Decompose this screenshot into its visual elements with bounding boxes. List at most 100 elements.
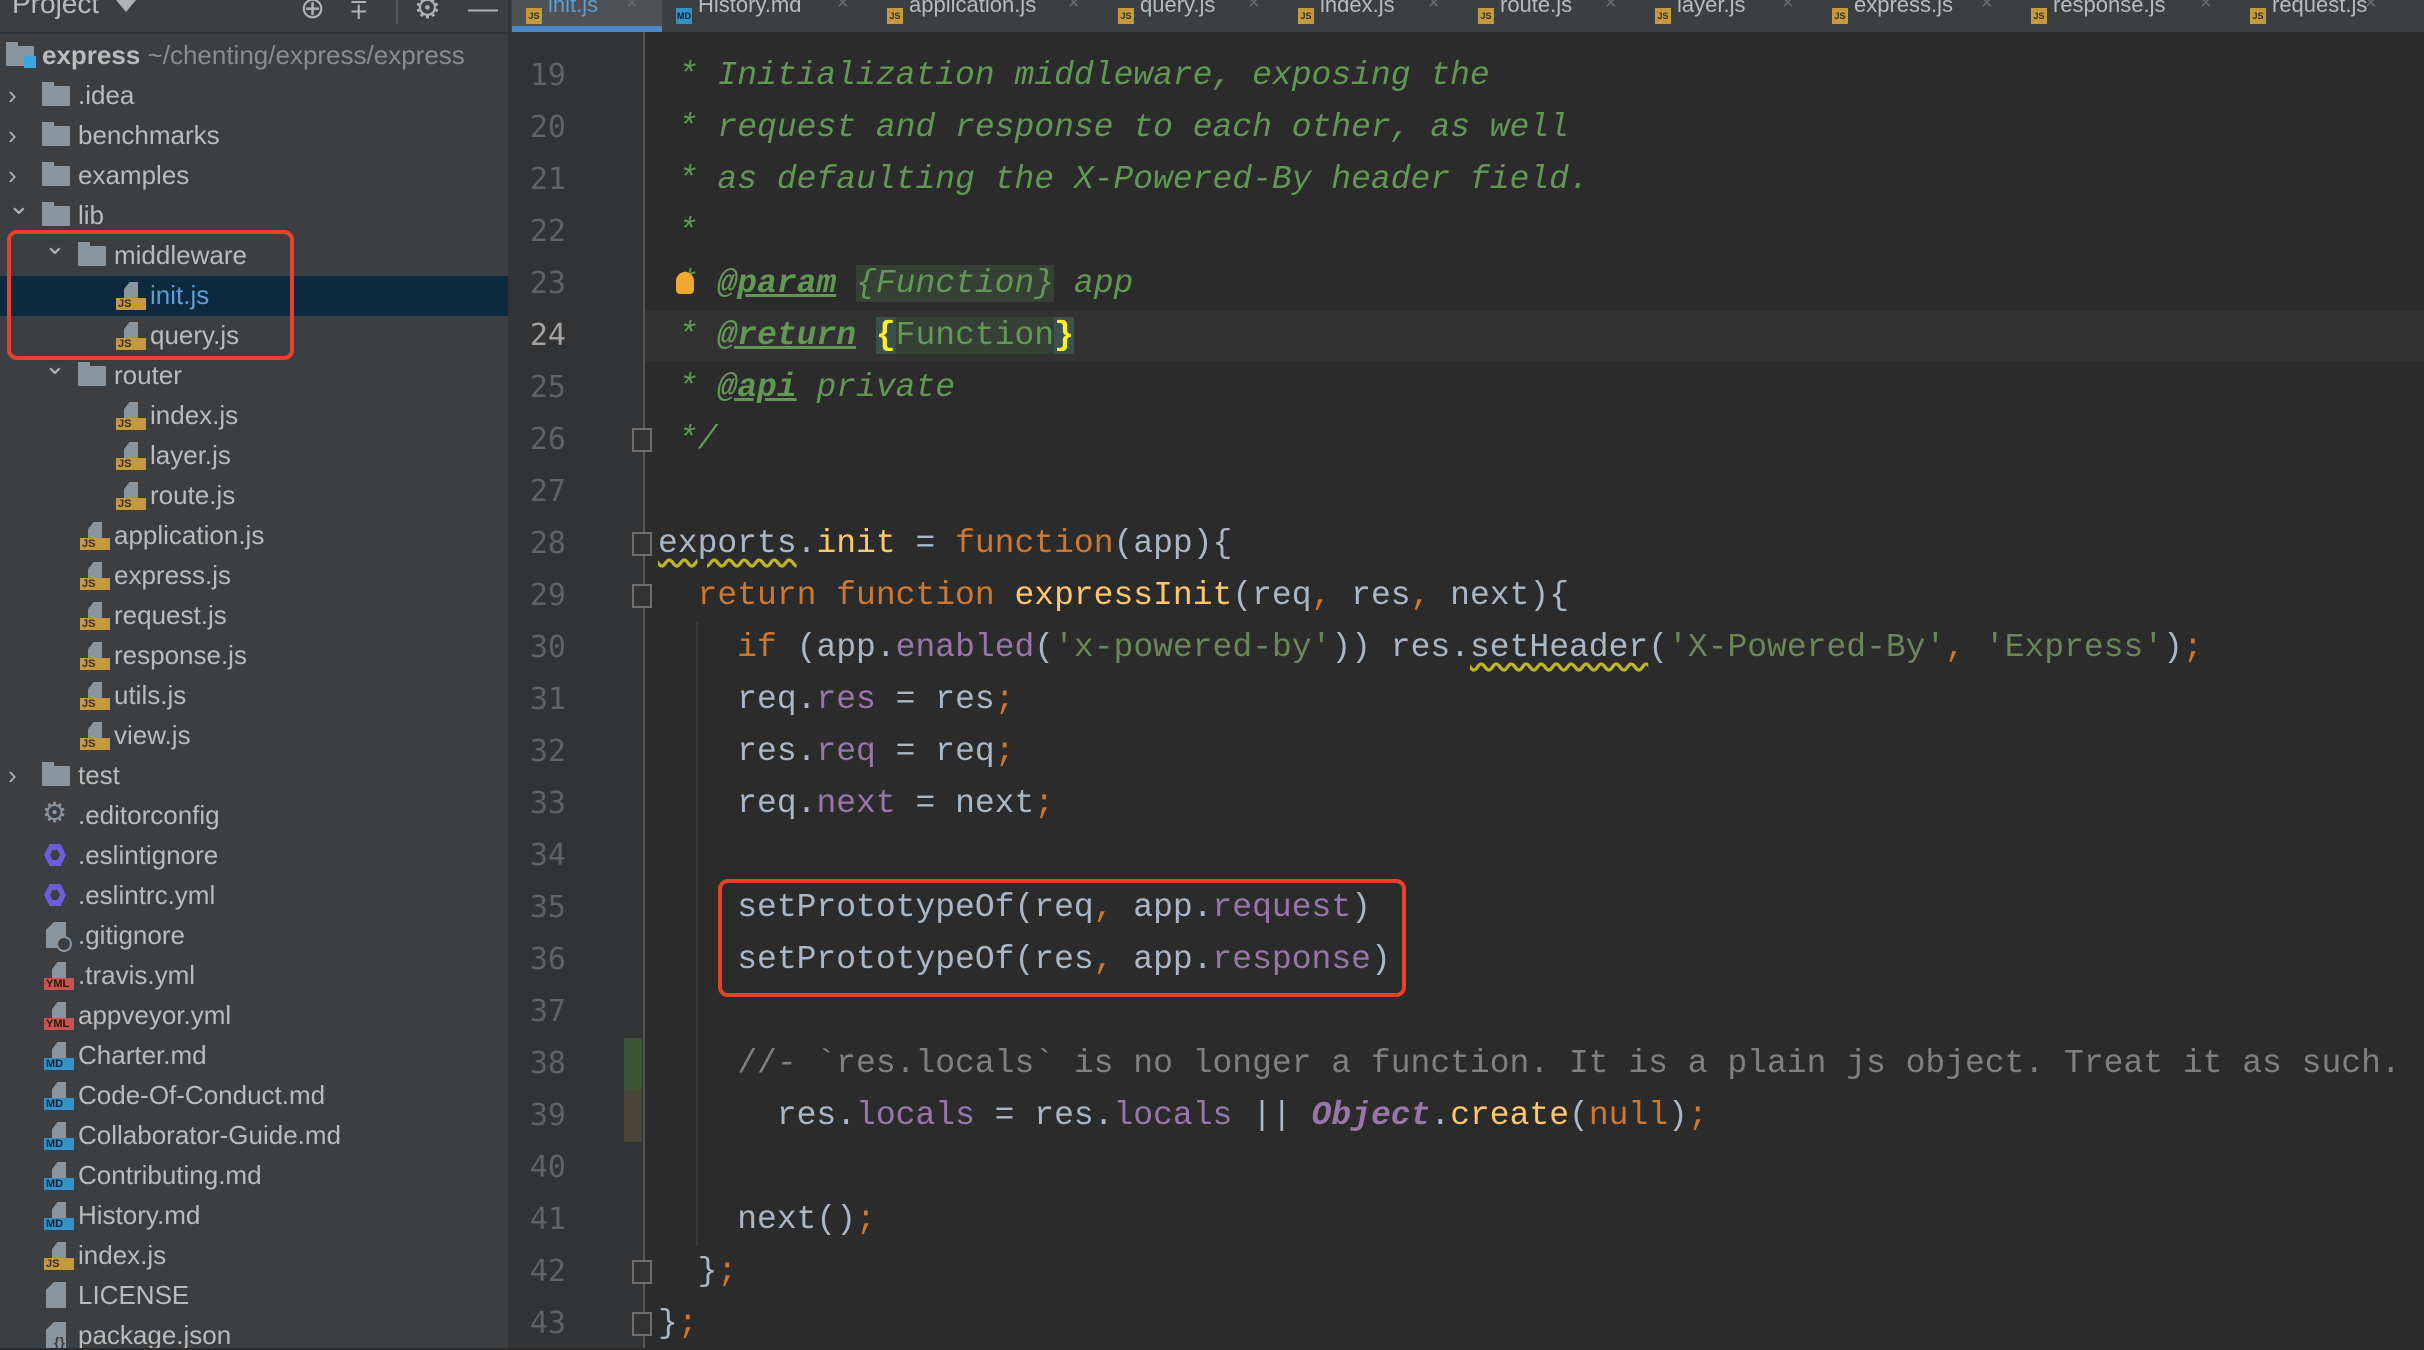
tab-layer-js[interactable]: JS layer.js × [1641,0,1818,32]
code-line[interactable]: req.next = next; [658,778,1054,830]
tree-folder[interactable]: › .idea [0,76,508,116]
tree-file[interactable]: JS layer.js [0,436,508,476]
lightbulb-icon[interactable] [676,272,694,294]
tree-file[interactable]: JS request.js [0,596,508,636]
vcs-added-marker[interactable] [624,1038,642,1090]
code-line[interactable]: next(); [658,1194,876,1246]
minimize-icon[interactable]: — [468,0,498,24]
locate-icon[interactable]: ⊕ [300,0,325,24]
ignore-file-icon [42,922,72,952]
js-file-icon: JS [78,642,110,670]
code-line[interactable]: exports.init = function(app){ [658,518,1232,570]
code-line[interactable]: res.locals = res.locals || Object.create… [658,1090,1708,1142]
tree-item-label: Contributing.md [78,1160,262,1190]
tree-file[interactable]: JS utils.js [0,676,508,716]
chevron-down-icon[interactable]: ⌄ [8,190,30,220]
code-line[interactable]: }; [658,1298,698,1350]
code-line[interactable]: res.req = req; [658,726,1014,778]
tab-express-js[interactable]: JS express.js × [1818,0,2017,32]
code-line[interactable]: return function expressInit(req, res, ne… [658,570,1569,622]
code-line[interactable]: * request and response to each other, as… [658,102,1569,154]
tree-file[interactable]: {} package.json [0,1316,508,1348]
collapse-all-icon[interactable]: ⩱ [350,0,368,24]
tree-file[interactable]: MD Code-Of-Conduct.md [0,1076,508,1116]
tree-file[interactable]: JS response.js [0,636,508,676]
tab-query-js[interactable]: JS query.js × [1104,0,1284,32]
tree-file[interactable]: YML .travis.yml [0,956,508,996]
tab-route-js[interactable]: JS route.js × [1464,0,1641,32]
js-file-icon: JS [114,482,146,510]
tree-item-label: route.js [150,480,236,510]
code-line[interactable]: * @api private [658,362,955,414]
tree-folder[interactable]: ⌄ router [0,350,508,396]
close-tab-icon[interactable]: × [1605,0,1617,15]
fold-marker-icon[interactable] [632,1260,652,1284]
close-tab-icon[interactable]: × [626,0,638,15]
line-number: 28 [529,526,566,561]
tree-folder[interactable]: › examples [0,156,508,196]
tree-file[interactable]: JS index.js [0,1236,508,1276]
folder-icon [42,162,72,190]
chevron-right-icon[interactable]: › [8,160,28,190]
line-number: 29 [529,578,566,613]
tree-file[interactable]: JS index.js [0,396,508,436]
fold-marker-icon[interactable] [632,584,652,608]
code-line[interactable]: //- `res.locals` is no longer a function… [658,1038,2400,1090]
close-tab-icon[interactable]: × [1782,0,1794,15]
code-line[interactable]: * @param {Function} app [658,258,1133,310]
code-line[interactable]: * [658,206,698,258]
code-line[interactable]: if (app.enabled('x-powered-by')) res.set… [658,622,2203,674]
close-tab-icon[interactable]: × [837,0,849,15]
tree-folder[interactable]: › benchmarks [0,116,508,156]
tab-init-js[interactable]: JS init.js × [512,0,662,32]
line-number: 40 [529,1150,566,1185]
tree-file[interactable]: JS route.js [0,476,508,516]
vcs-modified-marker[interactable] [624,1090,642,1142]
close-tab-icon[interactable]: × [1428,0,1440,15]
code-line[interactable]: }; [658,1246,738,1298]
tab-application-js[interactable]: JS application.js × [873,0,1104,32]
code-line[interactable]: * @return {Function} [658,310,1074,362]
tab-response-js[interactable]: JS response.js × [2017,0,2236,32]
tree-item-label: benchmarks [78,120,220,150]
tree-root[interactable]: express ~/chenting/express/express [0,36,508,76]
code-line[interactable]: * Initialization middleware, exposing th… [658,50,1490,102]
chevron-down-icon[interactable] [116,0,136,12]
chevron-right-icon[interactable]: › [8,760,28,790]
close-tab-icon[interactable]: × [1981,0,1993,15]
gear-icon[interactable]: ⚙ [414,0,441,24]
tree-file[interactable]: .eslintrc.yml [0,876,508,916]
tree-file[interactable]: .eslintignore [0,836,508,876]
tree-file[interactable]: YML appveyor.yml [0,996,508,1036]
project-view-selector[interactable]: Project [12,0,99,20]
tree-file[interactable]: JS express.js [0,556,508,596]
tree-file[interactable]: MD Contributing.md [0,1156,508,1196]
md-file-icon: MD [42,1202,74,1230]
code-line[interactable]: * as defaulting the X-Powered-By header … [658,154,1589,206]
tree-file[interactable]: MD Collaborator-Guide.md [0,1116,508,1156]
tree-file[interactable]: MD History.md [0,1196,508,1236]
chevron-right-icon[interactable]: › [8,80,28,110]
tab-request-js[interactable]: JS request.js × [2236,0,2401,32]
tree-file[interactable]: LICENSE [0,1276,508,1316]
fold-marker-icon[interactable] [632,1312,652,1336]
tree-item-label: Charter.md [78,1040,207,1070]
fold-marker-icon[interactable] [632,532,652,556]
fold-marker-icon[interactable] [632,428,652,452]
tree-folder[interactable]: › test [0,756,508,796]
code-line[interactable]: req.res = res; [658,674,1014,726]
chevron-right-icon[interactable]: › [8,120,28,150]
tree-item-label: History.md [78,1200,201,1230]
tab-index-js[interactable]: JS index.js × [1284,0,1464,32]
tab-history-md[interactable]: MD History.md × [662,0,873,32]
tree-file[interactable]: JS view.js [0,716,508,756]
tree-file[interactable]: ⚙ .editorconfig [0,796,508,836]
tree-file[interactable]: JS application.js [0,516,508,556]
close-tab-icon[interactable]: × [2200,0,2212,15]
tree-file[interactable]: .gitignore [0,916,508,956]
close-tab-icon[interactable]: × [1248,0,1260,15]
close-tab-icon[interactable]: × [1068,0,1080,15]
tree-file[interactable]: MD Charter.md [0,1036,508,1076]
close-tab-icon[interactable]: × [2365,0,2377,15]
code-line[interactable]: */ [658,414,718,466]
